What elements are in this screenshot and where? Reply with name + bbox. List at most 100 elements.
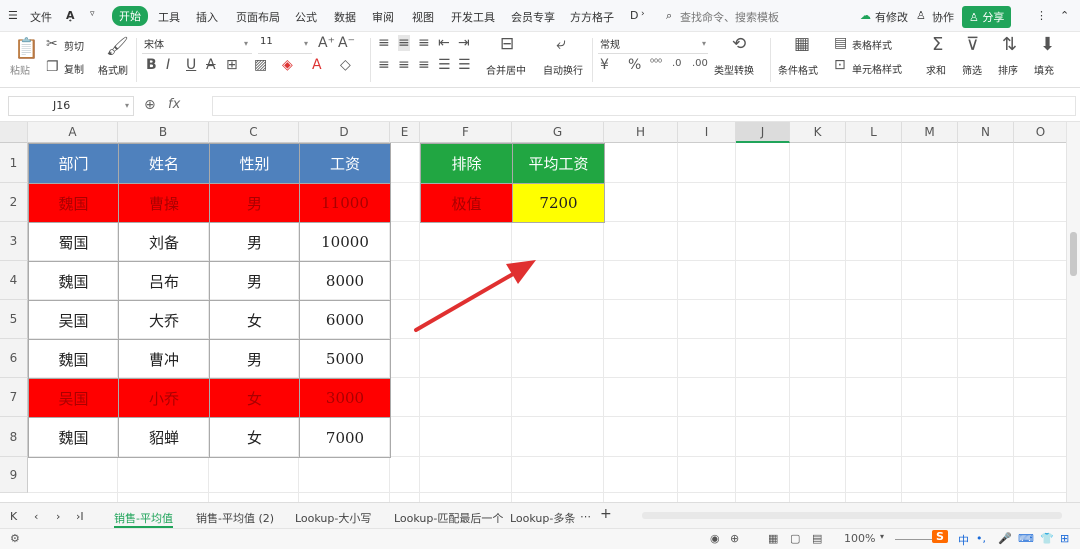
- sum-button[interactable]: 求和: [926, 62, 946, 77]
- more-options-icon[interactable]: ⋮: [1036, 9, 1047, 22]
- toolbox-icon[interactable]: ⊞: [1060, 532, 1069, 545]
- sheet-tab[interactable]: Lookup-匹配最后一个: [394, 510, 503, 526]
- fx-icon[interactable]: fx: [168, 97, 180, 112]
- keyboard-icon[interactable]: ⌨: [1018, 532, 1034, 545]
- command-search[interactable]: 查找命令、搜索模板: [680, 9, 779, 25]
- strikethrough-icon[interactable]: A: [206, 57, 216, 73]
- row-header-7[interactable]: 7: [0, 378, 28, 417]
- table-cell[interactable]: 吴国: [28, 300, 119, 340]
- table-header-cell[interactable]: 性别: [209, 143, 300, 184]
- column-header-c[interactable]: C: [209, 122, 299, 143]
- column-header-o[interactable]: O: [1014, 122, 1068, 143]
- table-cell[interactable]: 魏国: [28, 261, 119, 301]
- copy-button[interactable]: 复制: [64, 61, 84, 76]
- percent-icon[interactable]: %: [628, 57, 641, 73]
- table-cell[interactable]: 男: [209, 183, 300, 223]
- type-convert-icon[interactable]: ⟲: [732, 34, 746, 54]
- row-header-2[interactable]: 2: [0, 183, 28, 222]
- format-painter-icon[interactable]: 🖌: [106, 36, 129, 57]
- scroll-thumb[interactable]: [1070, 232, 1077, 276]
- tab-more[interactable]: D: [630, 9, 638, 22]
- search-icon[interactable]: ⌕: [666, 9, 672, 23]
- column-header-j[interactable]: J: [736, 122, 790, 143]
- font-name-select[interactable]: 宋体: [142, 36, 252, 54]
- row-header-1[interactable]: 1: [0, 143, 28, 183]
- type-convert-button[interactable]: 类型转换: [714, 62, 754, 77]
- table-cell[interactable]: 貂蝉: [118, 417, 210, 458]
- avg-salary-header-cell[interactable]: 平均工资: [512, 143, 605, 184]
- cut-button[interactable]: 剪切: [64, 38, 84, 53]
- column-header-b[interactable]: B: [118, 122, 209, 143]
- font-name-chevron-icon[interactable]: ▾: [244, 39, 248, 48]
- more-sheets-icon[interactable]: ⋯: [580, 510, 591, 523]
- column-header-e[interactable]: E: [390, 122, 420, 143]
- align-left-icon[interactable]: ≡: [378, 57, 390, 73]
- zoom-chevron-icon[interactable]: ▾: [880, 532, 884, 541]
- column-header-n[interactable]: N: [958, 122, 1014, 143]
- app-logo-icon[interactable]: A͎: [66, 9, 75, 22]
- increase-decimal-icon[interactable]: .0: [672, 58, 682, 69]
- formula-input[interactable]: [212, 96, 1076, 116]
- tab-review[interactable]: 审阅: [372, 9, 394, 25]
- tab-member[interactable]: 会员专享: [511, 9, 555, 25]
- next-sheet-icon[interactable]: ›: [56, 510, 60, 523]
- scissors-icon[interactable]: ✂: [46, 36, 58, 52]
- align-bottom-icon[interactable]: ≡: [418, 35, 430, 51]
- tab-insert[interactable]: 插入: [196, 9, 218, 25]
- sort-button[interactable]: 排序: [998, 62, 1018, 77]
- tab-formulas[interactable]: 公式: [295, 9, 317, 25]
- ime-logo-icon[interactable]: S: [932, 530, 948, 543]
- table-header-cell[interactable]: 部门: [28, 143, 119, 184]
- last-sheet-icon[interactable]: ›I: [76, 510, 84, 523]
- name-box-chevron-icon[interactable]: ▾: [125, 97, 129, 115]
- currency-icon[interactable]: ¥: [600, 57, 609, 73]
- sheet-tab[interactable]: Lookup-多条: [510, 510, 575, 526]
- table-cell[interactable]: 大乔: [118, 300, 210, 340]
- macro-icon[interactable]: ⚙: [10, 532, 20, 545]
- table-cell[interactable]: 8000: [299, 261, 391, 301]
- tab-view[interactable]: 视图: [412, 9, 434, 25]
- indent-decrease-icon[interactable]: ⇤: [438, 35, 450, 51]
- column-header-a[interactable]: A: [28, 122, 118, 143]
- align-top-icon[interactable]: ≡: [378, 35, 390, 51]
- font-size-chevron-icon[interactable]: ▾: [304, 39, 308, 48]
- eye-protect-icon[interactable]: ◉: [710, 532, 720, 545]
- prev-sheet-icon[interactable]: ‹: [34, 510, 38, 523]
- align-right-icon[interactable]: ≡: [418, 57, 430, 73]
- table-cell[interactable]: 蜀国: [28, 222, 119, 262]
- tab-tools[interactable]: 工具: [158, 9, 180, 25]
- share-button[interactable]: ♙ 分享: [962, 6, 1012, 28]
- table-cell[interactable]: 吕布: [118, 261, 210, 301]
- tab-home[interactable]: 开始: [112, 6, 148, 26]
- sum-icon[interactable]: Σ: [932, 34, 943, 55]
- paste-icon[interactable]: 📋: [14, 36, 39, 60]
- input-mode-icon[interactable]: ⊕: [730, 532, 739, 545]
- justify-icon[interactable]: ☰: [438, 57, 451, 73]
- table-cell[interactable]: 小乔: [118, 378, 210, 418]
- filter-icon[interactable]: ⊽: [966, 34, 979, 55]
- format-painter-button[interactable]: 格式刷: [98, 62, 128, 77]
- first-sheet-icon[interactable]: K: [10, 510, 17, 523]
- decrease-decimal-icon[interactable]: .00: [692, 58, 708, 69]
- number-format-select[interactable]: 常规: [598, 36, 708, 54]
- horizontal-scrollbar[interactable]: [642, 512, 1062, 519]
- cell-style-button[interactable]: 单元格样式: [852, 61, 902, 76]
- menu-icon[interactable]: ☰: [8, 9, 18, 22]
- table-cell[interactable]: 11000: [299, 183, 391, 223]
- sort-icon[interactable]: ⇅: [1002, 34, 1017, 55]
- table-cell[interactable]: 曹操: [118, 183, 210, 223]
- fill-button[interactable]: 填充: [1034, 62, 1054, 77]
- file-menu[interactable]: 文件: [30, 9, 52, 25]
- table-cell[interactable]: 吴国: [28, 378, 119, 418]
- wrap-text-icon[interactable]: ⤶: [556, 34, 566, 54]
- tabs-scroll-icon[interactable]: ›: [641, 9, 645, 19]
- tab-fangfang[interactable]: 方方格子: [570, 9, 614, 25]
- sheet-tab[interactable]: 销售-平均值 (2): [196, 510, 274, 526]
- column-header-i[interactable]: I: [678, 122, 736, 143]
- conditional-format-icon[interactable]: ▦: [794, 34, 810, 54]
- cell-style-icon[interactable]: ⊡: [834, 57, 846, 73]
- column-header-m[interactable]: M: [902, 122, 958, 143]
- merge-center-icon[interactable]: ⊟: [500, 34, 514, 54]
- tab-data[interactable]: 数据: [334, 9, 356, 25]
- name-box[interactable]: J16 ▾: [8, 96, 134, 116]
